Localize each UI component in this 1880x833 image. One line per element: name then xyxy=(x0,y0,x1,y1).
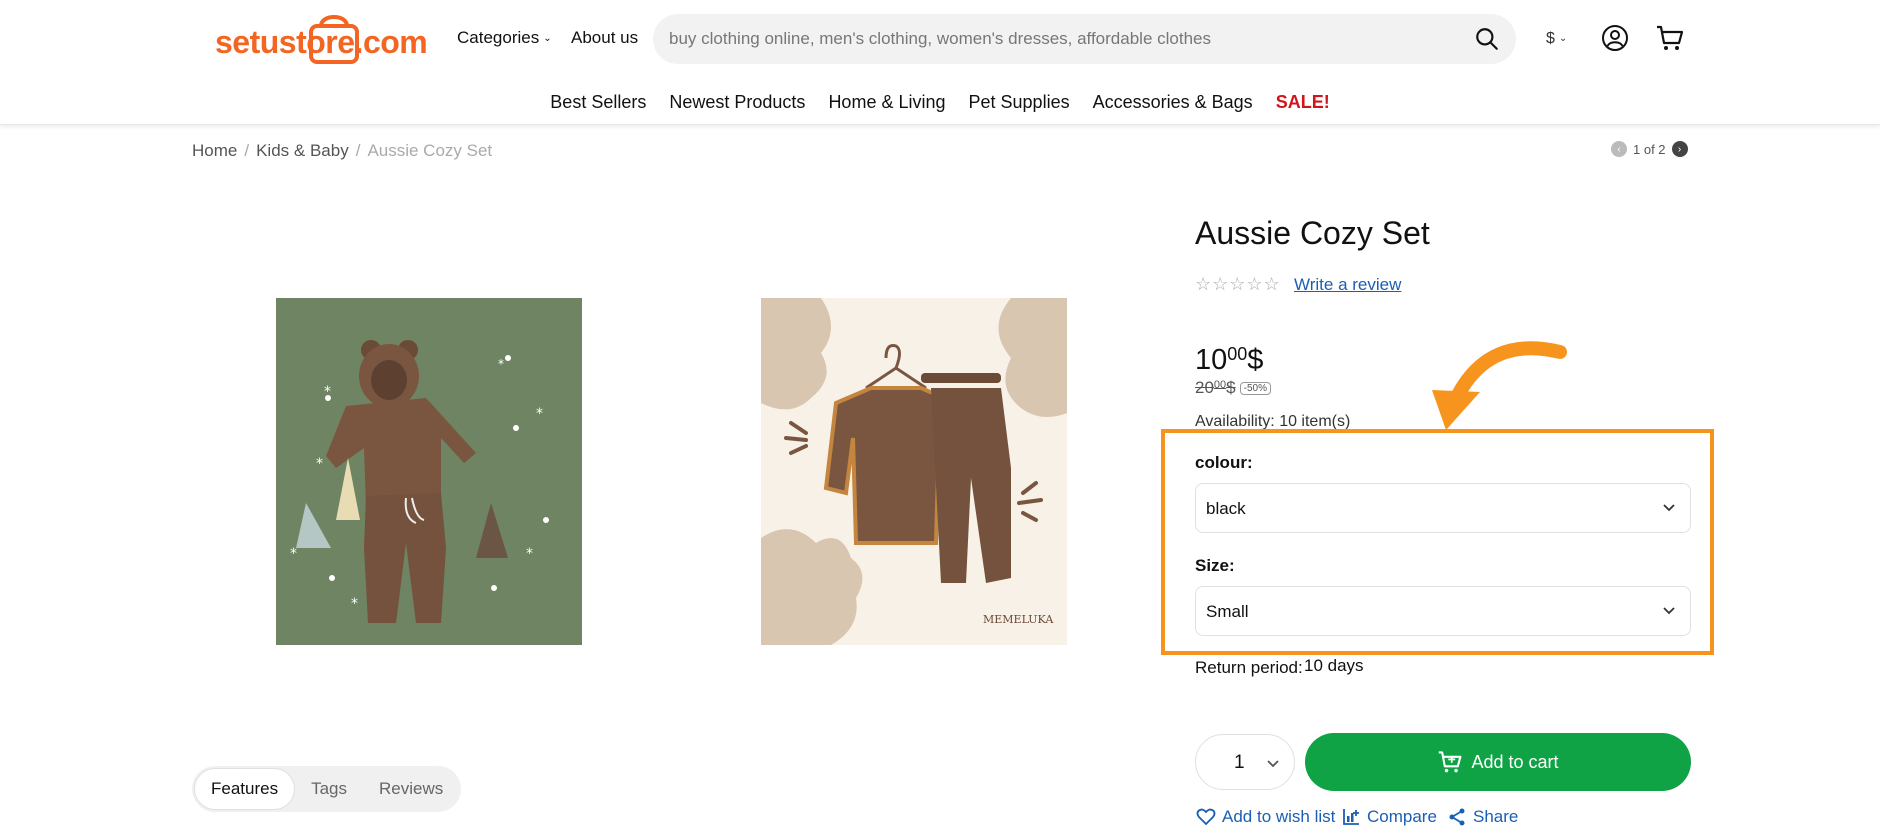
colour-label: colour: xyxy=(1195,453,1253,472)
colour-select[interactable]: black xyxy=(1195,483,1691,533)
nav-pet-supplies[interactable]: Pet Supplies xyxy=(969,92,1070,113)
svg-text:*: * xyxy=(316,456,323,472)
old-price: 2000$ -50% xyxy=(1195,378,1271,398)
breadcrumb-separator: / xyxy=(244,141,250,160)
breadcrumb: Home / Kids & Baby / Aussie Cozy Set xyxy=(192,141,492,161)
chevron-down-icon: ⌄ xyxy=(1558,33,1568,44)
svg-text:*: * xyxy=(526,546,533,562)
search-icon[interactable] xyxy=(1474,26,1500,52)
compare-chart-icon xyxy=(1343,809,1359,825)
chevron-down-icon xyxy=(1267,760,1279,768)
brown-tracksuit-flatlay-image: * * * * * * * xyxy=(276,298,582,645)
product-tabs: Features Tags Reviews xyxy=(192,766,462,812)
pager-text: 1 of 2 xyxy=(1633,141,1666,157)
site-header: setustore.com Categories⌄ About us $⌄ Be… xyxy=(0,0,1880,125)
logo-text: setustore.com xyxy=(215,24,428,60)
nav-accessories-bags[interactable]: Accessories & Bags xyxy=(1093,92,1253,113)
write-review-link[interactable]: Write a review xyxy=(1294,275,1401,295)
product-pager: ‹ 1 of 2 › xyxy=(1611,141,1688,157)
svg-text:*: * xyxy=(536,406,543,422)
compare-label: Compare xyxy=(1367,807,1437,826)
currency-selector[interactable]: $ ⌄ xyxy=(1546,30,1567,48)
chevron-down-icon xyxy=(1663,607,1675,615)
chevron-down-icon xyxy=(1663,504,1675,512)
annotation-arrow-icon xyxy=(1432,341,1567,430)
account-icon[interactable] xyxy=(1601,24,1629,52)
about-us-link[interactable]: About us xyxy=(571,28,638,48)
wishlist-label: Add to wish list xyxy=(1222,807,1336,826)
quantity-value: 1 xyxy=(1234,752,1245,773)
categories-menu[interactable]: Categories ⌄ xyxy=(457,28,552,48)
add-to-wishlist-link[interactable]: Add to wish list xyxy=(1196,807,1335,827)
chevron-left-icon[interactable]: ‹ xyxy=(1611,141,1627,157)
breadcrumb-current: Aussie Cozy Set xyxy=(367,141,493,160)
product-image-main[interactable]: * * * * * * * xyxy=(276,298,582,645)
price-currency: $ xyxy=(1247,344,1264,376)
add-to-cart-label: Add to cart xyxy=(1471,751,1559,772)
colour-select-value: black xyxy=(1206,499,1246,518)
search-input[interactable] xyxy=(669,14,1459,64)
chevron-down-icon: ⌄ xyxy=(543,33,552,44)
return-period-label: Return period: xyxy=(1195,658,1303,677)
svg-text:*: * xyxy=(351,596,358,612)
old-price-value: 2000$ xyxy=(1195,378,1236,397)
cart-icon[interactable] xyxy=(1655,23,1685,53)
share-link[interactable]: Share xyxy=(1447,807,1518,827)
size-select-value: Small xyxy=(1206,602,1249,621)
old-price-main: 20 xyxy=(1195,378,1214,397)
rating-stars-icon: ☆☆☆☆☆ xyxy=(1195,274,1281,294)
svg-text:*: * xyxy=(498,357,504,371)
currency-label: $ xyxy=(1546,30,1555,47)
old-price-cents: 00 xyxy=(1213,379,1227,391)
tab-tags[interactable]: Tags xyxy=(295,768,363,810)
image-watermark: MEMELUKA xyxy=(983,613,1054,626)
add-to-cart-button[interactable]: Add to cart xyxy=(1305,733,1691,791)
cart-icon xyxy=(1439,751,1462,773)
nav-newest-products[interactable]: Newest Products xyxy=(669,92,805,113)
site-logo[interactable]: setustore.com xyxy=(215,8,428,68)
product-title: Aussie Cozy Set xyxy=(1195,215,1430,251)
breadcrumb-separator: / xyxy=(355,141,361,160)
current-price: 1000$ xyxy=(1195,344,1263,377)
search-bar xyxy=(653,14,1516,64)
discount-badge: -50% xyxy=(1239,382,1271,395)
price-cents: 00 xyxy=(1227,344,1248,364)
nav-home-living[interactable]: Home & Living xyxy=(828,92,945,113)
quantity-select[interactable]: 1 xyxy=(1195,734,1295,790)
share-icon xyxy=(1449,808,1465,826)
compare-link[interactable]: Compare xyxy=(1341,807,1437,827)
nav-sale[interactable]: SALE! xyxy=(1276,92,1330,113)
nav-best-sellers[interactable]: Best Sellers xyxy=(550,92,646,113)
old-price-currency: $ xyxy=(1226,378,1236,397)
tab-features[interactable]: Features xyxy=(194,768,296,810)
categories-label: Categories xyxy=(457,28,540,47)
chevron-right-icon[interactable]: › xyxy=(1671,141,1688,157)
svg-text:*: * xyxy=(290,546,297,562)
main-navigation: Best Sellers Newest Products Home & Livi… xyxy=(0,92,1880,113)
size-label: Size: xyxy=(1195,556,1235,575)
brown-sweatshirt-on-hanger-image: MEMELUKA xyxy=(761,298,1067,645)
tab-reviews[interactable]: Reviews xyxy=(363,768,459,810)
price-main: 10 xyxy=(1195,344,1228,376)
return-period-value: 10 days xyxy=(1304,656,1364,675)
share-label: Share xyxy=(1473,807,1519,826)
heart-icon xyxy=(1196,808,1216,826)
product-image-secondary[interactable]: MEMELUKA xyxy=(761,298,1067,645)
size-select[interactable]: Small xyxy=(1195,586,1691,636)
breadcrumb-home[interactable]: Home xyxy=(192,141,237,160)
breadcrumb-kids-baby[interactable]: Kids & Baby xyxy=(256,141,349,160)
